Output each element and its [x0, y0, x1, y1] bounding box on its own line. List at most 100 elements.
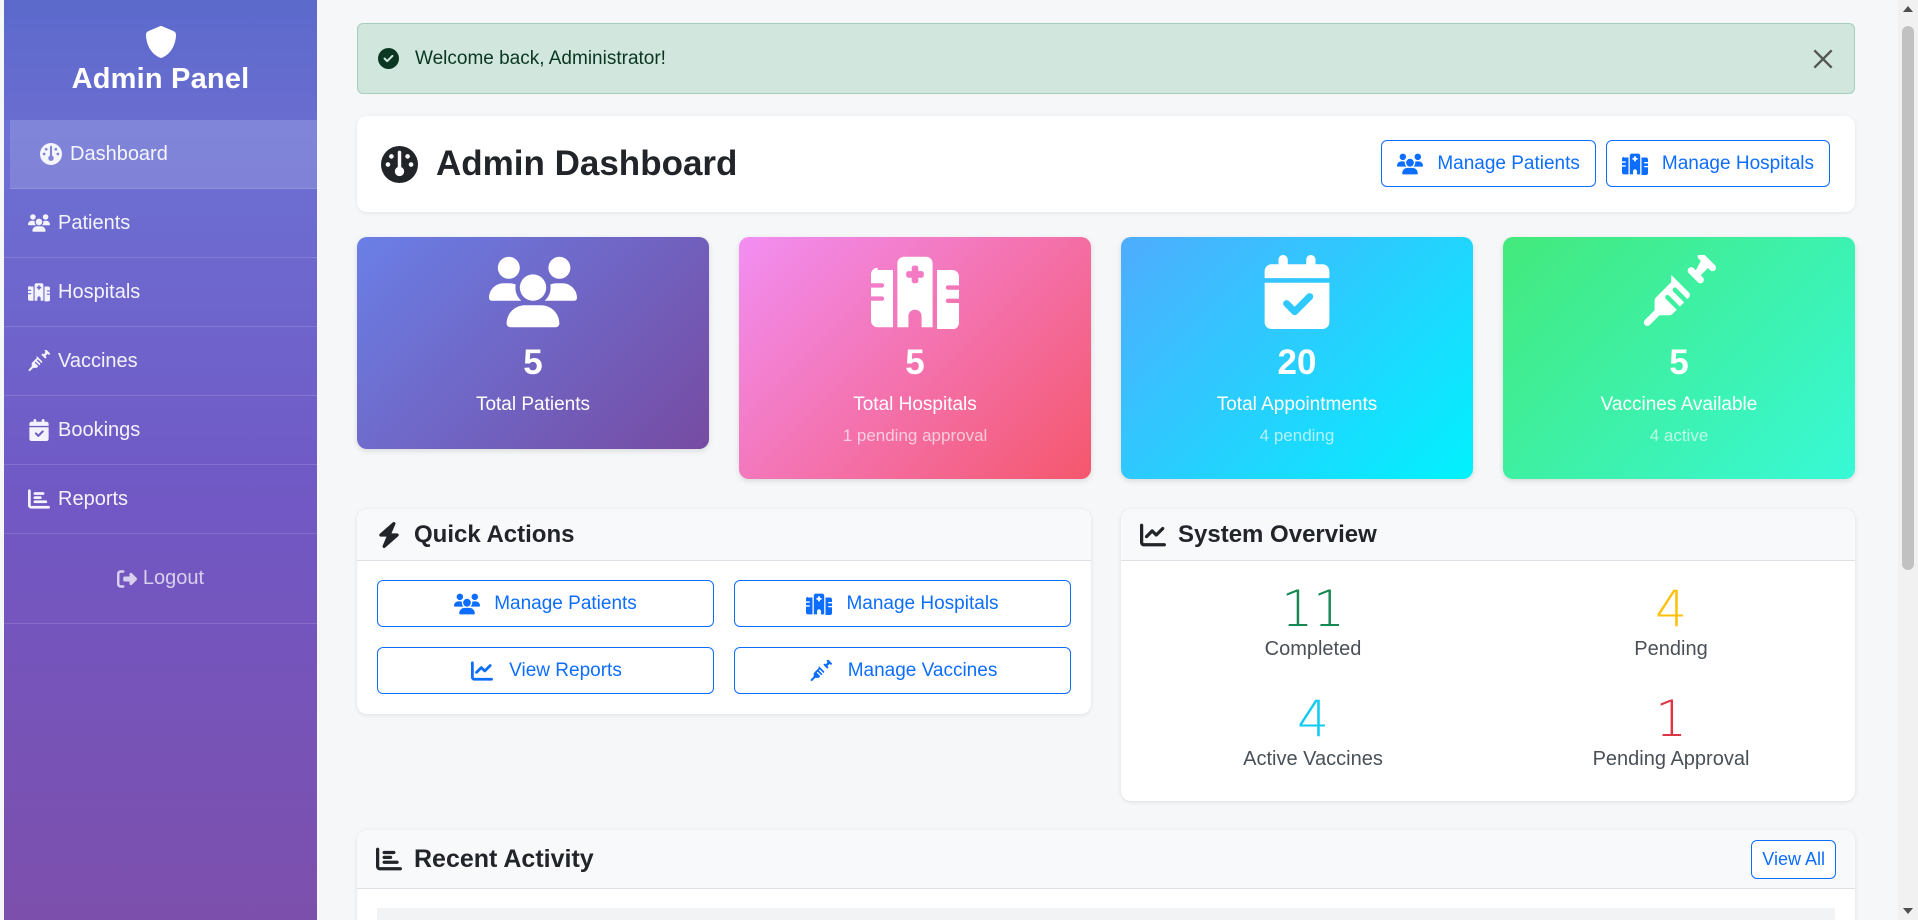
stat-card-appointments[interactable]: 20 Total Appointments 4 pending [1121, 237, 1473, 479]
quick-actions-panel: Quick Actions Manage Patients Manage Hos… [357, 509, 1091, 714]
scroll-down-arrow-icon[interactable] [1903, 908, 1913, 914]
overview-value: 11 [1281, 580, 1345, 638]
overview-value: 1 [1655, 690, 1687, 748]
scrollbar-thumb[interactable] [1902, 26, 1914, 570]
manage-patients-button[interactable]: Manage Patients [1381, 140, 1596, 187]
sidebar-item-bookings[interactable]: Bookings [4, 396, 317, 465]
sidebar-item-reports[interactable]: Reports [4, 465, 317, 534]
gauge-icon [40, 143, 62, 165]
users-icon [489, 255, 577, 329]
calendar-check-icon [28, 419, 50, 441]
gauge-icon [381, 146, 418, 183]
syringe-icon [28, 350, 50, 372]
logout-link[interactable]: Logout [4, 534, 317, 624]
stat-label: Total Hospitals [853, 394, 977, 415]
brand: Admin Panel [4, 0, 317, 120]
button-label: Manage Hospitals [846, 592, 999, 614]
overview-active-vaccines: 4 Active Vaccines [1163, 693, 1463, 771]
view-all-button[interactable]: View All [1751, 840, 1836, 879]
stat-subtext: 1 pending approval [842, 426, 988, 445]
syringe-icon [808, 660, 834, 682]
stat-label: Total Appointments [1216, 394, 1378, 415]
panel-header: Recent Activity [357, 830, 1855, 889]
users-icon [28, 212, 50, 234]
stat-cards: 5 Total Patients 5 Total Hospitals 1 pen… [357, 237, 1855, 479]
sidebar-item-hospitals[interactable]: Hospitals [4, 258, 317, 327]
page-title: Admin Dashboard [436, 144, 738, 183]
users-icon [1397, 153, 1423, 175]
stat-value: 5 [905, 343, 925, 382]
chart-icon [28, 488, 50, 510]
bolt-icon [376, 522, 402, 548]
hospital-icon [1622, 153, 1648, 175]
recent-activity-panel: Recent Activity View All [357, 830, 1855, 920]
overview-value: 4 [1297, 690, 1329, 748]
chart-bar-icon [376, 846, 402, 872]
panel-title: System Overview [1178, 520, 1377, 548]
overview-pending: 4 Pending [1521, 583, 1821, 661]
stat-card-hospitals[interactable]: 5 Total Hospitals 1 pending approval [739, 237, 1091, 479]
overview-completed: 11 Completed [1163, 583, 1463, 661]
sidebar-item-label: Hospitals [58, 280, 141, 303]
qa-manage-vaccines-button[interactable]: Manage Vaccines [734, 647, 1071, 694]
qa-view-reports-button[interactable]: View Reports [377, 647, 714, 694]
check-circle-icon [378, 48, 399, 69]
stat-subtext: 4 active [1649, 426, 1709, 445]
stat-value: 5 [1669, 343, 1689, 382]
panel-header: System Overview [1121, 509, 1855, 561]
sidebar-item-label: Bookings [58, 418, 141, 441]
system-overview-panel: System Overview 11 Completed 4 Pending 4… [1121, 509, 1855, 801]
activity-table-header [377, 908, 1835, 920]
syringe-icon [1635, 255, 1723, 329]
sidebar-item-label: Dashboard [70, 142, 168, 165]
chart-line-icon [1140, 522, 1166, 548]
overview-label: Pending [1634, 637, 1708, 660]
header-actions: Manage Patients Manage Hospitals [1381, 140, 1830, 187]
overview-value: 4 [1655, 580, 1687, 638]
overview-label: Active Vaccines [1243, 747, 1383, 770]
hospital-icon [28, 281, 50, 303]
sidebar-item-patients[interactable]: Patients [4, 189, 317, 258]
sidebar-item-label: Vaccines [58, 349, 138, 372]
stat-subtext: 4 pending [1259, 426, 1335, 445]
overview-pending-approval: 1 Pending Approval [1521, 693, 1821, 771]
sidebar-item-label: Patients [58, 211, 131, 234]
shield-icon [145, 25, 176, 58]
users-icon [454, 593, 480, 615]
overview-label: Pending Approval [1592, 747, 1750, 770]
button-label: Manage Patients [1437, 152, 1580, 174]
scrollbar[interactable] [1898, 0, 1918, 920]
button-label: Manage Patients [494, 592, 637, 614]
logout-label: Logout [142, 567, 205, 589]
hospital-icon [871, 255, 959, 329]
hospital-icon [806, 593, 832, 615]
panel-title: Quick Actions [414, 520, 575, 548]
button-label: Manage Vaccines [847, 659, 998, 681]
stat-value: 20 [1277, 343, 1317, 382]
logout-icon [117, 569, 137, 589]
page-header: Admin Dashboard Manage Patients Manage H… [357, 116, 1855, 212]
panel-title: Recent Activity [414, 844, 594, 873]
sidebar-item-vaccines[interactable]: Vaccines [4, 327, 317, 396]
overview-label: Completed [1264, 637, 1362, 660]
stat-card-patients[interactable]: 5 Total Patients [357, 237, 709, 449]
stat-label: Vaccines Available [1600, 394, 1758, 415]
sidebar-item-dashboard[interactable]: Dashboard [10, 120, 317, 189]
manage-hospitals-button[interactable]: Manage Hospitals [1605, 140, 1830, 187]
stat-card-vaccines[interactable]: 5 Vaccines Available 4 active [1503, 237, 1855, 479]
stat-label: Total Patients [475, 394, 591, 415]
close-icon[interactable] [1810, 46, 1836, 72]
welcome-alert: Welcome back, Administrator! [357, 23, 1855, 94]
alert-message: Welcome back, Administrator! [415, 47, 666, 69]
sidebar-item-label: Reports [58, 487, 129, 510]
qa-manage-hospitals-button[interactable]: Manage Hospitals [734, 580, 1071, 627]
brand-title: Admin Panel [71, 62, 250, 95]
panel-header: Quick Actions [357, 509, 1091, 561]
button-label: View Reports [509, 659, 622, 681]
stat-value: 5 [523, 343, 543, 382]
calendar-check-icon [1253, 255, 1341, 329]
scroll-up-arrow-icon[interactable] [1903, 6, 1913, 12]
chart-line-icon [469, 660, 495, 682]
qa-manage-patients-button[interactable]: Manage Patients [377, 580, 714, 627]
sidebar: Admin Panel Dashboard Patients Hospitals… [4, 0, 317, 920]
